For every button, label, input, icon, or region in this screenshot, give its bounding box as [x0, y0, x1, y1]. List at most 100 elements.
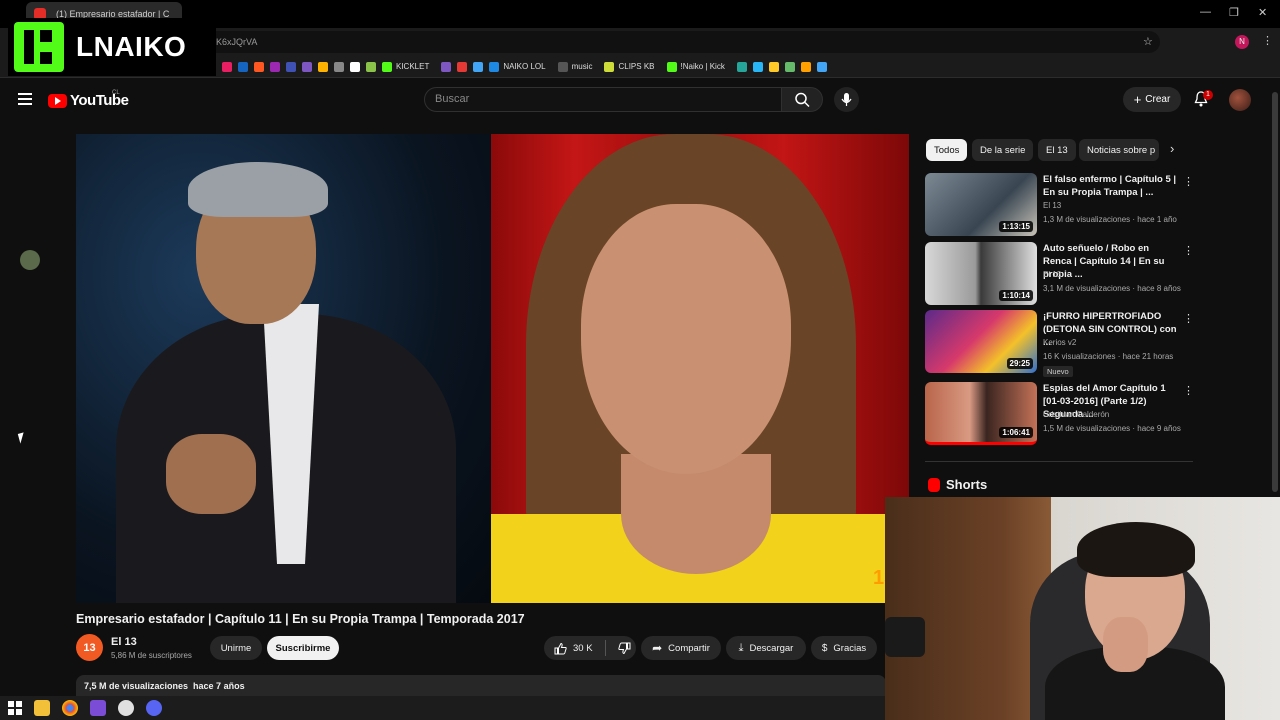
- bookmark-icon[interactable]: [457, 61, 468, 72]
- app-icon[interactable]: [90, 700, 106, 716]
- page-scrollbar[interactable]: [1272, 92, 1278, 492]
- share-button[interactable]: ➦ Compartir: [641, 636, 721, 660]
- video-person-hair: [188, 162, 328, 217]
- bookmark-clips-kb[interactable]: CLIPS KB: [604, 61, 655, 72]
- rec-duration: 1:06:41: [999, 427, 1033, 438]
- video-woman-face: [581, 204, 791, 474]
- chip-series[interactable]: De la serie: [972, 139, 1034, 161]
- chrome-icon[interactable]: [62, 700, 78, 716]
- chip-news[interactable]: Noticias sobre p: [1079, 139, 1159, 161]
- bookmark-icon[interactable]: [752, 61, 763, 72]
- mini-sidebar-avatar[interactable]: [20, 250, 40, 270]
- download-button[interactable]: ⤓ Descargar: [726, 636, 806, 660]
- rec-duration: 29:25: [1006, 358, 1033, 369]
- bookmark-icon[interactable]: [254, 61, 264, 72]
- bookmark-icon[interactable]: [816, 61, 827, 72]
- user-avatar[interactable]: [1229, 89, 1251, 111]
- star-icon[interactable]: ☆: [1143, 35, 1153, 48]
- more-options-icon[interactable]: ⋮: [1183, 175, 1194, 188]
- channel-name[interactable]: El 13: [111, 636, 137, 648]
- region-code: CL: [112, 90, 120, 96]
- rec-thumbnail[interactable]: 1:13:15: [925, 173, 1037, 236]
- thumbs-down-icon[interactable]: [617, 642, 631, 655]
- share-icon: ➦: [652, 641, 663, 655]
- discord-icon[interactable]: [146, 700, 162, 716]
- more-options-icon[interactable]: ⋮: [1183, 384, 1194, 397]
- rec-title[interactable]: El falso enfermo | Capítulo 5 | En su Pr…: [1043, 173, 1179, 199]
- webcam-decoration: [885, 617, 925, 657]
- subscriber-count: 5,86 M de suscriptores: [111, 651, 192, 660]
- bookmark-icon[interactable]: [238, 61, 248, 72]
- webcam-person-hair: [1077, 522, 1195, 577]
- download-icon: ⤓: [738, 641, 744, 654]
- bookmark-icon[interactable]: [302, 61, 312, 72]
- profile-icon[interactable]: N: [1235, 35, 1249, 49]
- bookmark-icon[interactable]: [441, 61, 452, 72]
- voice-search-button[interactable]: [834, 87, 859, 112]
- more-options-icon[interactable]: ⋮: [1183, 244, 1194, 257]
- bookmark-icon[interactable]: [350, 61, 360, 72]
- bookmark-icon[interactable]: [366, 61, 376, 72]
- bookmark-icon[interactable]: [736, 61, 747, 72]
- search-button[interactable]: [781, 87, 823, 112]
- shorts-heading: Shorts: [946, 477, 988, 492]
- video-title: Empresario estafador | Capítulo 11 | En …: [76, 612, 525, 626]
- subscribe-button[interactable]: Suscribirme: [267, 636, 339, 660]
- recommendation-item[interactable]: 1:06:41 Espias del Amor Capítulo 1 [01-0…: [925, 382, 1195, 446]
- create-button[interactable]: + Crear: [1123, 87, 1181, 112]
- rec-channel[interactable]: El 13: [1043, 201, 1061, 210]
- bookmark-naiko-lol[interactable]: NAIKO LOL: [489, 61, 546, 72]
- youtube-play-icon: [48, 93, 67, 108]
- minimize-icon[interactable]: —: [1200, 6, 1211, 18]
- rec-thumbnail[interactable]: 29:25: [925, 310, 1037, 373]
- bookmark-music[interactable]: music: [557, 61, 592, 72]
- rec-meta: 1,3 M de visualizaciones · hace 1 año: [1043, 215, 1177, 224]
- bookmark-naiko-kick[interactable]: !Naiko | Kick: [666, 61, 725, 72]
- rec-channel[interactable]: Kerios v2: [1043, 338, 1076, 347]
- kick-logo-icon: [14, 22, 64, 72]
- join-button[interactable]: Unirme: [210, 636, 262, 660]
- recommendation-item[interactable]: 29:25 ¡FURRO HIPERTROFIADO (DETONA SIN C…: [925, 310, 1195, 380]
- rec-title[interactable]: Auto señuelo / Robo en Renca | Capítulo …: [1043, 242, 1179, 281]
- obs-icon[interactable]: [118, 700, 134, 716]
- thanks-button[interactable]: $ Gracias: [811, 636, 877, 660]
- bookmark-icon[interactable]: [784, 61, 795, 72]
- bookmark-icon[interactable]: [800, 61, 811, 72]
- bookmark-icon[interactable]: [768, 61, 779, 72]
- recommendation-item[interactable]: 1:10:14 Auto señuelo / Robo en Renca | C…: [925, 242, 1195, 306]
- hamburger-menu-icon[interactable]: [18, 93, 32, 105]
- webcam-overlay: [885, 497, 1280, 720]
- mouse-cursor: [17, 432, 27, 444]
- bookmark-icon[interactable]: [222, 61, 232, 72]
- restore-icon[interactable]: ❐: [1229, 6, 1239, 19]
- chip-el13[interactable]: El 13: [1038, 139, 1076, 161]
- bookmark-icon[interactable]: [334, 61, 344, 72]
- rec-thumbnail[interactable]: 1:06:41: [925, 382, 1037, 445]
- like-button[interactable]: 30 K: [554, 642, 593, 655]
- thanks-icon: $: [821, 642, 828, 654]
- bookmark-kicklet[interactable]: KICKLET: [382, 61, 429, 72]
- search-input[interactable]: Buscar: [424, 87, 782, 112]
- bookmark-icon[interactable]: [318, 61, 328, 72]
- recommendation-item[interactable]: 1:13:15 El falso enfermo | Capítulo 5 | …: [925, 173, 1195, 237]
- webcam-person-hand: [1103, 617, 1148, 672]
- windows-start-icon[interactable]: [8, 701, 22, 715]
- rec-channel[interactable]: Cristhian Calderón: [1043, 410, 1109, 419]
- chip-all[interactable]: Todos: [926, 139, 968, 161]
- rec-channel[interactable]: El 13: [1043, 270, 1061, 279]
- divider: [925, 461, 1193, 462]
- video-player[interactable]: 13: [76, 134, 909, 603]
- divider: [604, 640, 606, 656]
- bookmark-icon[interactable]: [473, 61, 484, 72]
- mic-icon: [841, 93, 852, 106]
- address-bar[interactable]: K6xJQrVA: [200, 31, 1160, 53]
- bookmark-icon[interactable]: [286, 61, 296, 72]
- more-options-icon[interactable]: ⋮: [1183, 312, 1194, 325]
- rec-thumbnail[interactable]: 1:10:14: [925, 242, 1037, 305]
- chevron-right-icon[interactable]: ›: [1170, 141, 1174, 156]
- close-icon[interactable]: ✕: [1258, 6, 1267, 19]
- channel-avatar[interactable]: 13: [76, 634, 103, 661]
- menu-icon[interactable]: ⋮: [1262, 34, 1273, 47]
- file-explorer-icon[interactable]: [34, 700, 50, 716]
- bookmark-icon[interactable]: [270, 61, 280, 72]
